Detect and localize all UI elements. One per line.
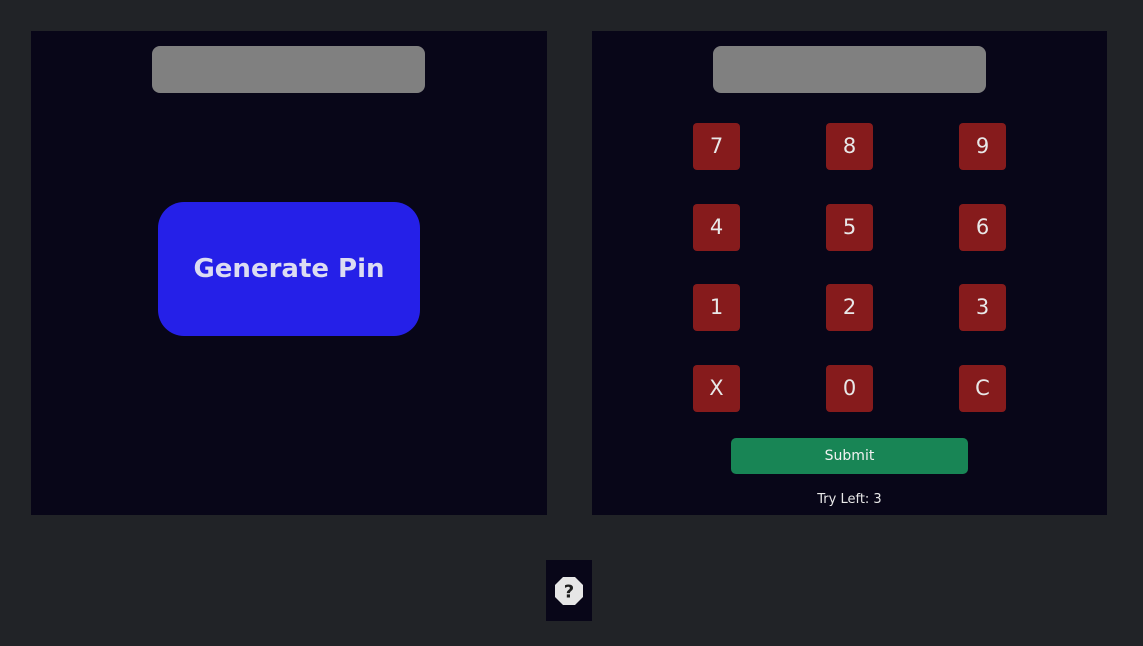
key-8[interactable]: 8	[826, 123, 873, 170]
pin-generator-panel: Generate Pin	[31, 31, 547, 515]
key-2[interactable]: 2	[826, 284, 873, 331]
pin-keypad-panel: 7 8 9 4 5 6 1 2 3 X 0 C Submit Try Left:…	[592, 31, 1107, 515]
key-5[interactable]: 5	[826, 204, 873, 251]
key-3[interactable]: 3	[959, 284, 1006, 331]
keypad: 7 8 9 4 5 6 1 2 3 X 0 C	[693, 123, 1006, 412]
try-left-counter: Try Left: 3	[817, 492, 882, 507]
question-glyph: ?	[564, 582, 574, 603]
key-4[interactable]: 4	[693, 204, 740, 251]
generate-pin-button[interactable]: Generate Pin	[158, 202, 420, 336]
generated-pin-display[interactable]	[152, 46, 425, 93]
key-7[interactable]: 7	[693, 123, 740, 170]
key-1[interactable]: 1	[693, 284, 740, 331]
question-icon: ?	[555, 577, 583, 605]
typed-pin-display[interactable]	[713, 46, 986, 93]
submit-button[interactable]: Submit	[731, 438, 968, 474]
help-button[interactable]: ?	[546, 560, 592, 621]
key-9[interactable]: 9	[959, 123, 1006, 170]
key-0[interactable]: 0	[826, 365, 873, 412]
key-6[interactable]: 6	[959, 204, 1006, 251]
key-backspace[interactable]: X	[693, 365, 740, 412]
key-clear[interactable]: C	[959, 365, 1006, 412]
